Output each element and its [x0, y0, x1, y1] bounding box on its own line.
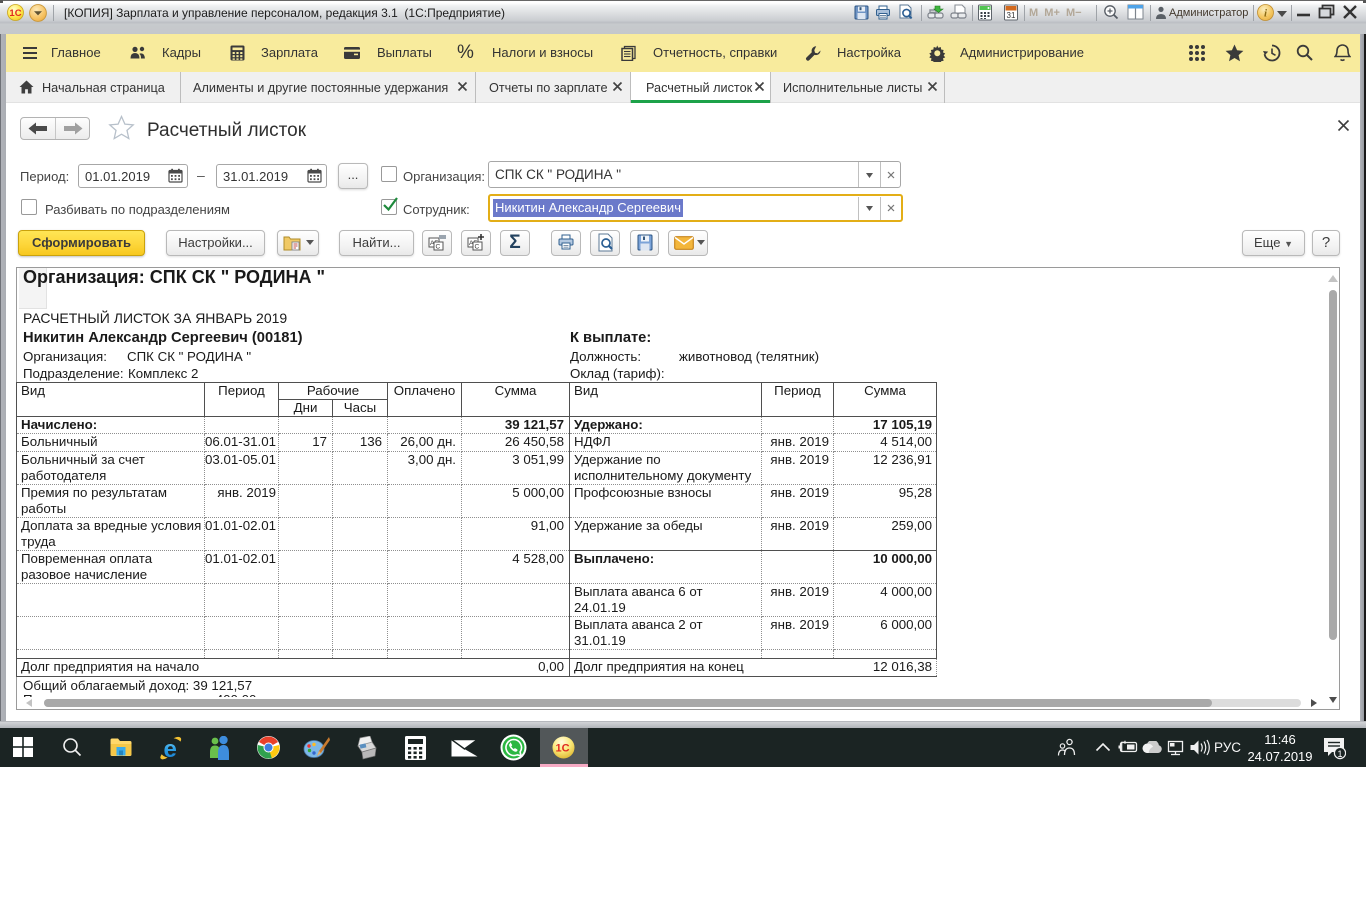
svg-text:1С: 1С	[555, 743, 569, 755]
svg-text:1С: 1С	[9, 8, 21, 19]
svg-text:31: 31	[1007, 11, 1016, 20]
svg-text:e: e	[164, 736, 177, 760]
svg-text:С: С	[436, 244, 441, 251]
svg-text:С: С	[475, 244, 480, 251]
svg-text:1: 1	[1337, 749, 1342, 759]
